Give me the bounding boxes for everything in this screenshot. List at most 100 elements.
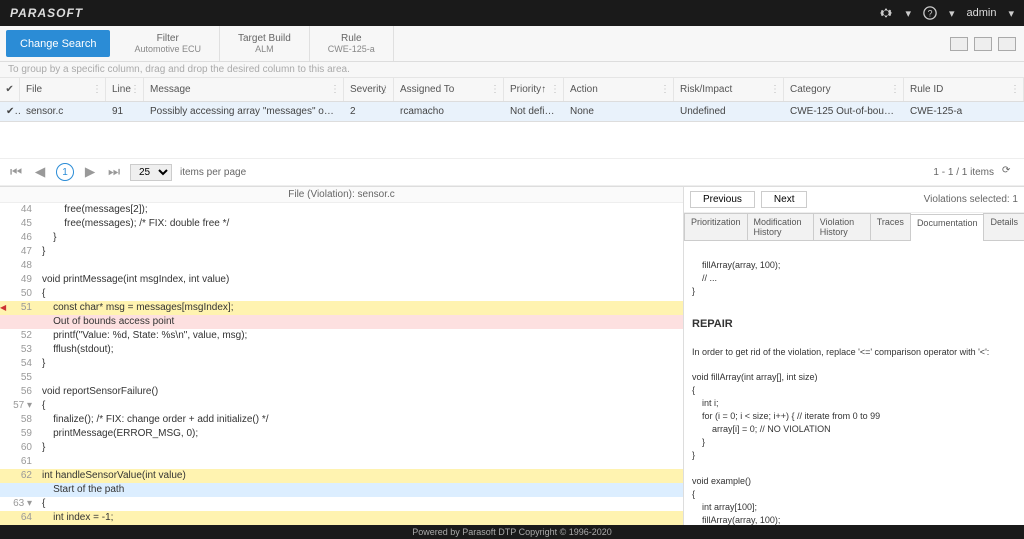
cell-ruleid: CWE-125-a (904, 106, 1024, 117)
code-line: Start of the path (0, 483, 683, 497)
filter-value: ALM (255, 44, 274, 54)
footer: Powered by Parasoft DTP Copyright © 1996… (0, 525, 1024, 539)
code-line: 50{ (0, 287, 683, 301)
filter-cell-0[interactable]: Filter Automotive ECU (116, 26, 220, 61)
code-line: 62int handleSensorValue(int value) (0, 469, 683, 483)
doc-tabs: PrioritizationModification HistoryViolat… (684, 213, 1024, 241)
col-file[interactable]: File⋮ (20, 78, 106, 101)
tab-prioritization[interactable]: Prioritization (684, 213, 748, 240)
split-view: File (Violation): sensor.c 44 free(messa… (0, 186, 1024, 536)
next-violation-button[interactable]: Next (761, 191, 808, 208)
code-line: 57 ▾{ (0, 399, 683, 413)
code-line: 51 const char* msg = messages[msgIndex]; (0, 301, 683, 315)
filter-value: Automotive ECU (134, 44, 201, 54)
row-check[interactable]: ✔ (0, 106, 20, 117)
code-line: 48 (0, 259, 683, 273)
topbar-right: ▾ ? ▾ admin ▾ (879, 6, 1014, 20)
pager: ⏮ ◀ 1 ▶ ⏭ 25 items per page 1 - 1 / 1 it… (0, 158, 1024, 186)
code-line: 64 int index = -1; (0, 511, 683, 525)
code-line: 60} (0, 441, 683, 455)
code-body[interactable]: 44 free(messages[2]);45 free(messages); … (0, 203, 683, 536)
view-icon-2[interactable] (974, 37, 992, 51)
code-line: 55 (0, 371, 683, 385)
repair-text: In order to get rid of the violation, re… (692, 347, 989, 357)
tab-documentation[interactable]: Documentation (910, 214, 985, 241)
code-line: 59 printMessage(ERROR_MSG, 0); (0, 427, 683, 441)
gear-icon[interactable] (879, 6, 893, 20)
topbar: PARASOFT ▾ ? ▾ admin ▾ (0, 0, 1024, 26)
tab-violation-history[interactable]: Violation History (813, 213, 871, 240)
grid-header: ✔ File⋮ Line⋮ Message⋮ Severity⋮ Assigne… (0, 78, 1024, 102)
code-line: 56void reportSensorFailure() (0, 385, 683, 399)
col-ruleid[interactable]: Rule ID⋮ (904, 78, 1024, 101)
cell-risk: Undefined (674, 106, 784, 117)
code-line: 47} (0, 245, 683, 259)
help-icon[interactable]: ? (923, 6, 937, 20)
prev-violation-button[interactable]: Previous (690, 191, 755, 208)
filter-value: CWE-125-a (328, 44, 375, 54)
view-icon-1[interactable] (950, 37, 968, 51)
col-check[interactable]: ✔ (0, 78, 20, 101)
tab-details[interactable]: Details (983, 213, 1024, 240)
svg-text:?: ? (928, 9, 933, 19)
tab-modification-history[interactable]: Modification History (747, 213, 814, 240)
col-priority[interactable]: Priority ↑⋮ (504, 78, 564, 101)
code-line: 61 (0, 455, 683, 469)
code-line: 49void printMessage(int msgIndex, int va… (0, 273, 683, 287)
code-line: 45 free(messages); /* FIX: double free *… (0, 217, 683, 231)
brand-logo: PARASOFT (10, 6, 83, 20)
doc-pane: Previous Next Violations selected: 1 Pri… (684, 187, 1024, 536)
col-line[interactable]: Line⋮ (106, 78, 144, 101)
per-page-label: items per page (180, 167, 246, 178)
view-icon-3[interactable] (998, 37, 1016, 51)
cell-message: Possibly accessing array "messages" out … (144, 106, 344, 117)
filter-cell-1[interactable]: Target Build ALM (220, 26, 310, 61)
code-line: 58 finalize(); /* FIX: change order + ad… (0, 413, 683, 427)
repair-code: void fillArray(int array[], int size) { … (692, 372, 880, 536)
cell-file: sensor.c (20, 106, 106, 117)
col-assigned[interactable]: Assigned To⋮ (394, 78, 504, 101)
col-severity[interactable]: Severity⋮ (344, 78, 394, 101)
cell-category: CWE-125 Out-of-bounds Read (784, 106, 904, 117)
pager-last-icon[interactable]: ⏭ (106, 164, 122, 180)
tab-traces[interactable]: Traces (870, 213, 911, 240)
code-line: 54} (0, 357, 683, 371)
code-line: 44 free(messages[2]); (0, 203, 683, 217)
repair-heading: REPAIR (692, 318, 1016, 330)
filter-label: Rule (341, 33, 362, 44)
code-line: 52 printf("Value: %d, State: %s\n", valu… (0, 329, 683, 343)
code-pane: File (Violation): sensor.c 44 free(messa… (0, 187, 684, 536)
doc-snippet: fillArray(array, 100); // ... } (692, 260, 780, 296)
cell-priority: Not defined (504, 106, 564, 117)
code-line: 63 ▾{ (0, 497, 683, 511)
cell-severity: 2 (344, 106, 394, 117)
col-action[interactable]: Action⋮ (564, 78, 674, 101)
filter-cell-2[interactable]: Rule CWE-125-a (310, 26, 394, 61)
group-hint: To group by a specific column, drag and … (0, 62, 1024, 78)
page-size-select[interactable]: 25 (130, 164, 172, 181)
col-message[interactable]: Message⋮ (144, 78, 344, 101)
doc-nav: Previous Next Violations selected: 1 (684, 187, 1024, 213)
refresh-icon[interactable]: ⟳ (1002, 165, 1016, 179)
user-label[interactable]: admin (967, 7, 997, 19)
change-search-button[interactable]: Change Search (6, 30, 110, 57)
pager-first-icon[interactable]: ⏮ (8, 164, 24, 180)
cell-action: None (564, 106, 674, 117)
code-line: 46 } (0, 231, 683, 245)
view-toggles (950, 26, 1024, 61)
doc-body[interactable]: fillArray(array, 100); // ... } REPAIR I… (684, 241, 1024, 536)
code-line: Out of bounds access point (0, 315, 683, 329)
cell-line: 91 (106, 106, 144, 117)
table-row[interactable]: ✔ sensor.c 91 Possibly accessing array "… (0, 102, 1024, 122)
cell-assigned: rcamacho (394, 106, 504, 117)
code-line: 53 fflush(stdout); (0, 343, 683, 357)
col-category[interactable]: Category⋮ (784, 78, 904, 101)
code-title: File (Violation): sensor.c (0, 187, 683, 203)
pager-next-icon[interactable]: ▶ (82, 164, 98, 180)
pager-prev-icon[interactable]: ◀ (32, 164, 48, 180)
pager-summary: 1 - 1 / 1 items (933, 167, 994, 178)
violations-selected: Violations selected: 1 (924, 194, 1018, 205)
filter-label: Target Build (238, 33, 291, 44)
pager-page[interactable]: 1 (56, 163, 74, 181)
col-risk[interactable]: Risk/Impact⋮ (674, 78, 784, 101)
